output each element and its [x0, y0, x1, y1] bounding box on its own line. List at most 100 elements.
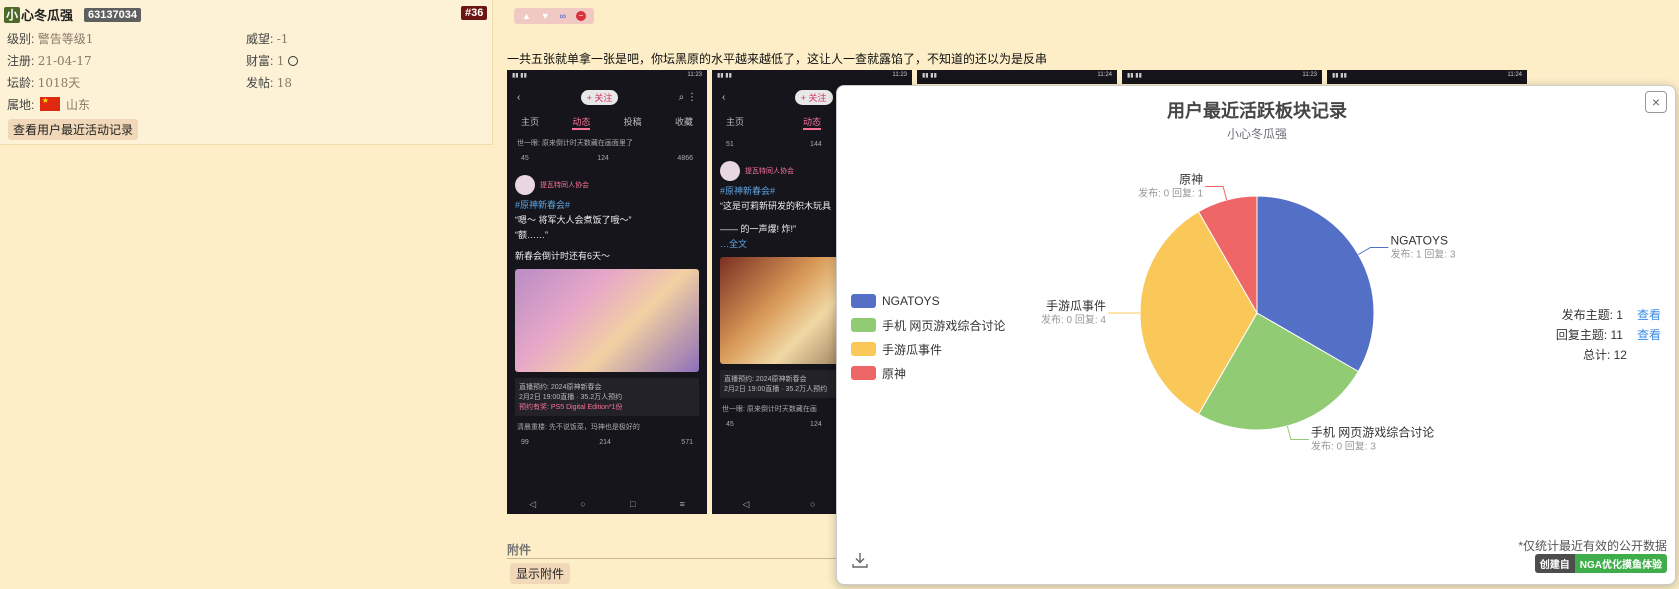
phone-avatar: [720, 161, 740, 181]
brand-badge[interactable]: 创建自 NGA优化摸鱼体验: [1534, 554, 1667, 573]
slice-leader-line: [1286, 425, 1309, 441]
phone-line: “额……”: [515, 230, 548, 240]
phone-tab-active: 动态: [572, 115, 591, 130]
share-count: 51: [726, 141, 734, 148]
phone-author-name: 提瓦特同人协会: [745, 168, 794, 175]
location-label: 属地:: [7, 98, 35, 112]
phone-tab: 主页: [726, 117, 745, 127]
age-label: 坛龄:: [7, 76, 35, 90]
phone-time: 11:23: [892, 72, 907, 78]
post-content: 一共五张就单拿一张是吧，你坛黑原的水平越来越低了，这让人一查就露馅了，不知道的还…: [507, 52, 1048, 66]
age-row: 坛龄: 1018天: [7, 74, 80, 91]
post-image-1[interactable]: ▮▮ ▮▮ 11:23 ‹ + 关注 ⌕ ⋮ 主页 动态 投稿 收藏 世一眼: 原…: [507, 70, 707, 514]
slice-detail: 发布: 0 回复: 1: [1138, 186, 1203, 199]
username[interactable]: 心冬瓜强: [21, 5, 73, 24]
phone-comment: 清晨重楼: 先不说饭菜，玛神也是极好的: [517, 424, 640, 431]
phone-tab-active: 动态: [802, 115, 821, 130]
comment-count: 144: [810, 141, 822, 148]
attachment-title: 附件: [507, 543, 532, 557]
post-image-4[interactable]: ▮▮ ▮▮ 11:23: [1122, 70, 1322, 84]
brand-name: NGA优化摸鱼体验: [1574, 554, 1667, 573]
phone-avatar: [515, 175, 535, 195]
back-icon: ‹: [722, 92, 726, 103]
phone-time: 11:24: [1507, 72, 1522, 78]
view-publish-link[interactable]: 查看: [1637, 308, 1661, 322]
view-activity-button[interactable]: 查看用户最近活动记录: [8, 119, 139, 140]
like-count: 4866: [677, 155, 693, 162]
phone-time: 11:24: [1097, 72, 1112, 78]
pie-chart: NGATOYS发布: 1 回复: 3 手机 网页游戏综合讨论发布: 0 回复: 3…: [1041, 172, 1456, 452]
phone-stats: 45 124 4866: [507, 150, 707, 167]
back-icon: ‹: [517, 92, 521, 103]
phone-artwork: [515, 269, 699, 372]
prestige-label: 威望:: [246, 32, 274, 46]
attachment-divider: [507, 558, 842, 559]
search-icon: ⌕ ⋮: [678, 92, 697, 103]
slice-leader-line: [1205, 185, 1228, 201]
reaction-bar: ▲ ▼ ∞ −: [514, 8, 594, 24]
data-note: *仅统计最近有效的公开数据: [1518, 539, 1667, 553]
thumbs-down-icon[interactable]: ▼: [541, 11, 550, 21]
post-stats: 发布主题: 1 查看 回复主题: 11 查看 总计: 12: [1556, 305, 1661, 365]
level-row: 级别: 警告等级1: [7, 30, 93, 47]
age-value: 1018天: [37, 76, 81, 90]
card-title: 直播预约: 2024原神新春会: [519, 384, 602, 391]
link-icon[interactable]: ∞: [560, 11, 566, 21]
phone-line: “嗯～ 将军大人会煮饭了哦～”: [515, 215, 632, 225]
location-value: 山东: [66, 98, 91, 112]
download-icon[interactable]: [851, 551, 869, 569]
thumbs-up-icon[interactable]: ▲: [522, 11, 531, 21]
wealth-label: 财富:: [246, 54, 274, 68]
phone-status-bar: ▮▮ ▮▮ 11:24: [1332, 72, 1522, 79]
phone-system-nav: ◁ ○ □ ≡: [529, 498, 685, 510]
post-image-5[interactable]: ▮▮ ▮▮ 11:24: [1327, 70, 1527, 84]
phone-follow-button: + 关注: [794, 90, 833, 105]
slice-leader-line: [1358, 247, 1389, 255]
phone-follow-button: + 关注: [580, 90, 619, 105]
block-icon[interactable]: −: [575, 11, 586, 21]
phone-live-card: 直播预约: 2024原神新春会 2月2日 19:00直播 · 35.2万人预约 …: [515, 378, 699, 416]
posts-label: 发帖:: [246, 76, 274, 90]
location-row: 属地: 山东: [7, 96, 90, 113]
show-attachment-button[interactable]: 显示附件: [510, 563, 571, 584]
phone-tabs: 主页 动态 投稿 收藏: [507, 109, 707, 136]
phone-status-bar: ▮▮ ▮▮ 11:23: [717, 72, 907, 79]
slice-label: 手机 网页游戏综合讨论: [1311, 425, 1434, 440]
phone-stats: 99 214 571: [507, 434, 707, 451]
view-reply-link[interactable]: 查看: [1637, 328, 1661, 342]
avatar[interactable]: 小: [4, 6, 20, 23]
phone-author-name: 提瓦特同人协会: [540, 182, 589, 189]
phone-status-bar: ▮▮ ▮▮ 11:23: [1127, 72, 1317, 79]
publish-stat-row: 发布主题: 1 查看: [1556, 305, 1661, 325]
comment-count: 214: [599, 439, 611, 446]
total-count: 总计: 12: [1582, 348, 1627, 362]
register-label: 注册:: [7, 54, 35, 68]
activity-popup: × 用户最近活跃板块记录 小心冬瓜强 NGATOYS 手机 网页游戏综合讨论 手游瓜…: [836, 85, 1676, 585]
reply-count: 回复主题: 11: [1555, 328, 1623, 342]
phone-line: 新春会倒计时还有6天～: [515, 251, 611, 261]
uid-badge[interactable]: 63137034: [84, 7, 141, 22]
slice-label: 手游瓜事件: [1046, 299, 1106, 313]
reply-stat-row: 回复主题: 11 查看: [1556, 325, 1661, 345]
slice-label: 原神: [1179, 172, 1203, 186]
coin-icon: [287, 56, 298, 66]
post-image-3[interactable]: ▮▮ ▮▮ 11:24: [917, 70, 1117, 84]
prestige-value: -1: [276, 32, 289, 46]
phone-status-bar: ▮▮ ▮▮ 11:24: [922, 72, 1112, 79]
slice-label: NGATOYS: [1390, 234, 1448, 248]
comment-count: 124: [597, 155, 609, 162]
user-header: 小 心冬瓜强 63137034: [4, 5, 141, 24]
phone-tab: 收藏: [674, 117, 693, 127]
phone-time: 11:23: [687, 72, 702, 78]
like-count: 571: [681, 439, 693, 446]
phone-nav: ‹ + 关注 ⌕ ⋮: [507, 82, 707, 109]
register-value: 21-04-17: [37, 54, 92, 68]
floor-badge[interactable]: #36: [461, 6, 488, 20]
level-label: 级别:: [7, 32, 35, 46]
brand-created-label: 创建自: [1534, 554, 1575, 573]
publish-count: 发布主题: 1: [1561, 308, 1623, 322]
wealth-value: 1: [276, 54, 285, 68]
phone-comment: 世一眼: 原来倒计时天数藏在画面里了: [517, 140, 633, 147]
wealth-row: 财富: 1: [246, 52, 298, 69]
phone-time: 11:23: [1302, 72, 1317, 78]
